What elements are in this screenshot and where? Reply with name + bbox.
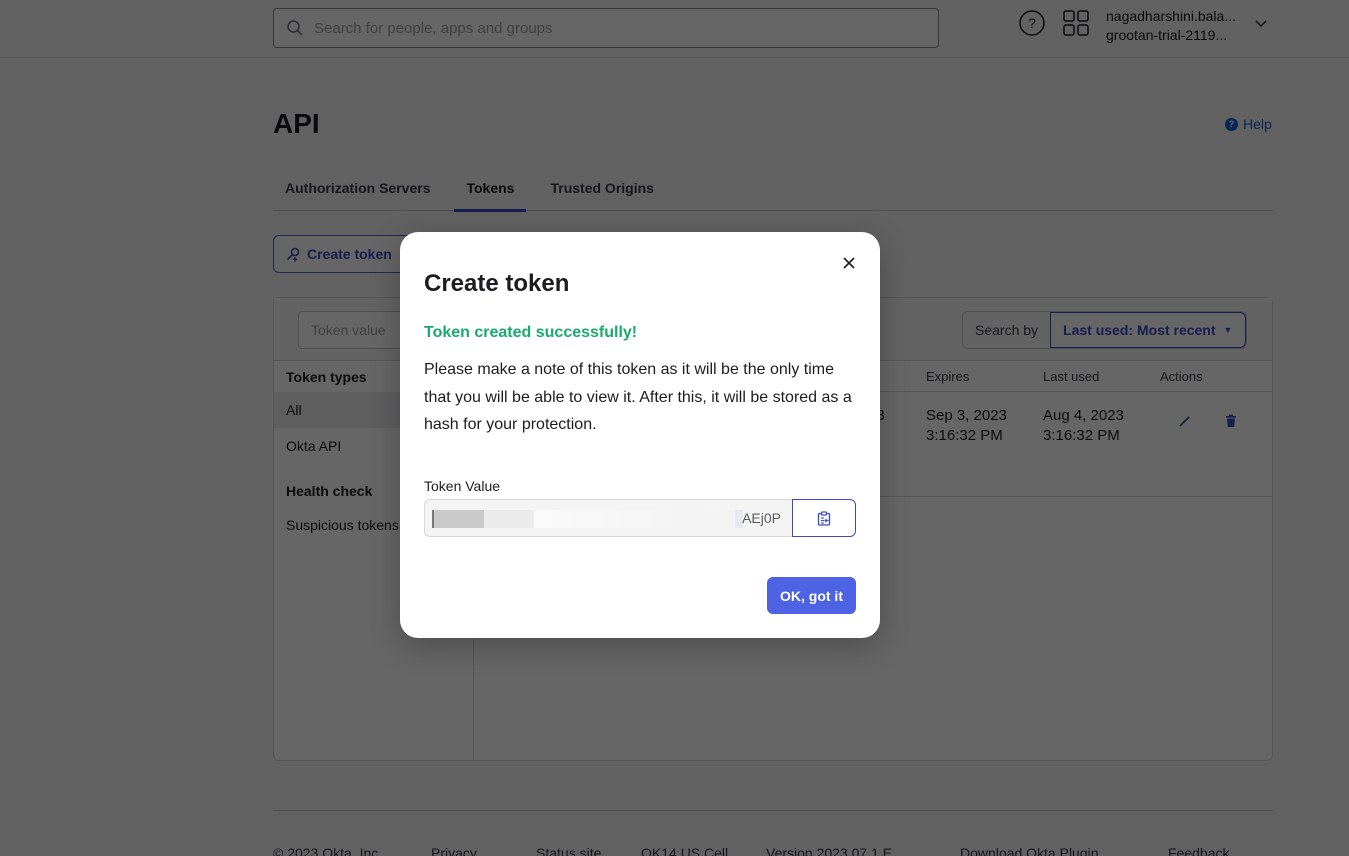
success-message: Token created successfully! [424,324,638,341]
create-token-dialog: Create token Token created successfully!… [400,232,880,638]
ok-got-it-button[interactable]: OK, got it [767,577,856,614]
token-value-tail: AEj0P [742,510,781,526]
token-value-label: Token Value [424,478,501,494]
redacted-region [432,510,484,528]
token-value-field[interactable]: AEj0P [424,499,793,537]
dialog-title: Create token [424,270,570,297]
copy-token-button[interactable] [792,499,856,537]
clipboard-copy-icon [817,510,831,526]
redacted-region [534,510,739,528]
dialog-body: Please make a note of this token as it w… [424,361,852,433]
redacted-region [484,510,534,528]
close-icon[interactable] [841,255,857,271]
